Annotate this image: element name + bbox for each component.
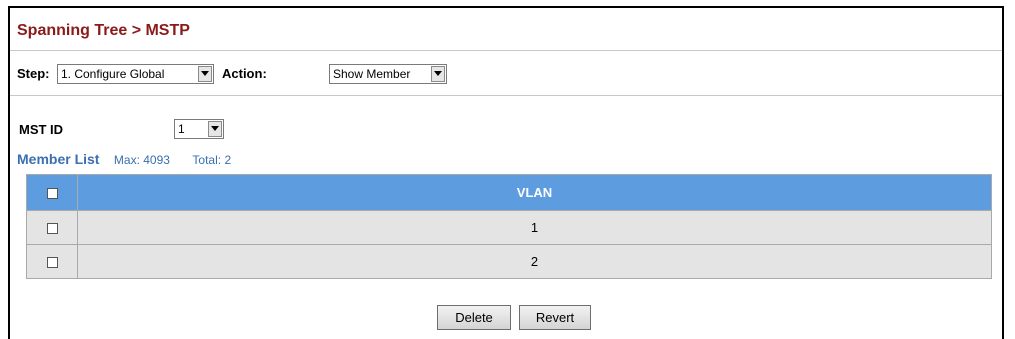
table-header-row: VLAN bbox=[26, 174, 992, 211]
table-row: 2 bbox=[26, 244, 992, 279]
action-select[interactable]: Show Member bbox=[329, 64, 447, 84]
vlan-cell: 2 bbox=[77, 244, 992, 279]
member-list-title: Member List bbox=[17, 151, 100, 167]
chevron-down-icon[interactable] bbox=[208, 121, 222, 137]
revert-button[interactable]: Revert bbox=[519, 305, 591, 330]
mst-id-select[interactable]: 1 bbox=[174, 119, 224, 139]
member-list-max: Max: 4093 bbox=[113, 153, 170, 167]
row-checkbox-cell bbox=[26, 244, 78, 279]
chevron-down-icon[interactable] bbox=[198, 66, 212, 82]
page-title: Spanning Tree > MSTP bbox=[17, 22, 190, 39]
row-checkbox-cell bbox=[26, 210, 78, 245]
main-panel: Spanning Tree > MSTP Step: 1. Configure … bbox=[8, 6, 1004, 339]
row-checkbox[interactable] bbox=[46, 223, 58, 235]
delete-button[interactable]: Delete bbox=[437, 305, 511, 330]
chevron-down-icon[interactable] bbox=[431, 66, 445, 82]
member-list-total: Total: 2 bbox=[192, 153, 232, 167]
row-checkbox[interactable] bbox=[46, 257, 58, 269]
table-row: 1 bbox=[26, 210, 992, 245]
action-label: Action: bbox=[222, 66, 267, 81]
step-select[interactable]: 1. Configure Global bbox=[57, 64, 214, 84]
mst-id-label: MST ID bbox=[19, 122, 64, 137]
step-select-value: 1. Configure Global bbox=[61, 67, 165, 81]
member-table: VLAN 1 2 bbox=[26, 174, 992, 279]
action-select-value: Show Member bbox=[333, 67, 411, 81]
mst-id-value: 1 bbox=[178, 122, 185, 136]
step-label: Step: bbox=[17, 66, 50, 81]
vlan-cell: 1 bbox=[77, 210, 992, 245]
select-all-checkbox[interactable] bbox=[46, 188, 58, 200]
select-all-cell bbox=[26, 174, 78, 211]
title-bar: Spanning Tree > MSTP bbox=[10, 8, 1002, 51]
step-action-row: Step: 1. Configure Global Action: Show M… bbox=[10, 51, 1002, 96]
vlan-column-header: VLAN bbox=[77, 174, 992, 211]
member-list-header: Member List Max: 4093 Total: 2 bbox=[17, 151, 249, 169]
